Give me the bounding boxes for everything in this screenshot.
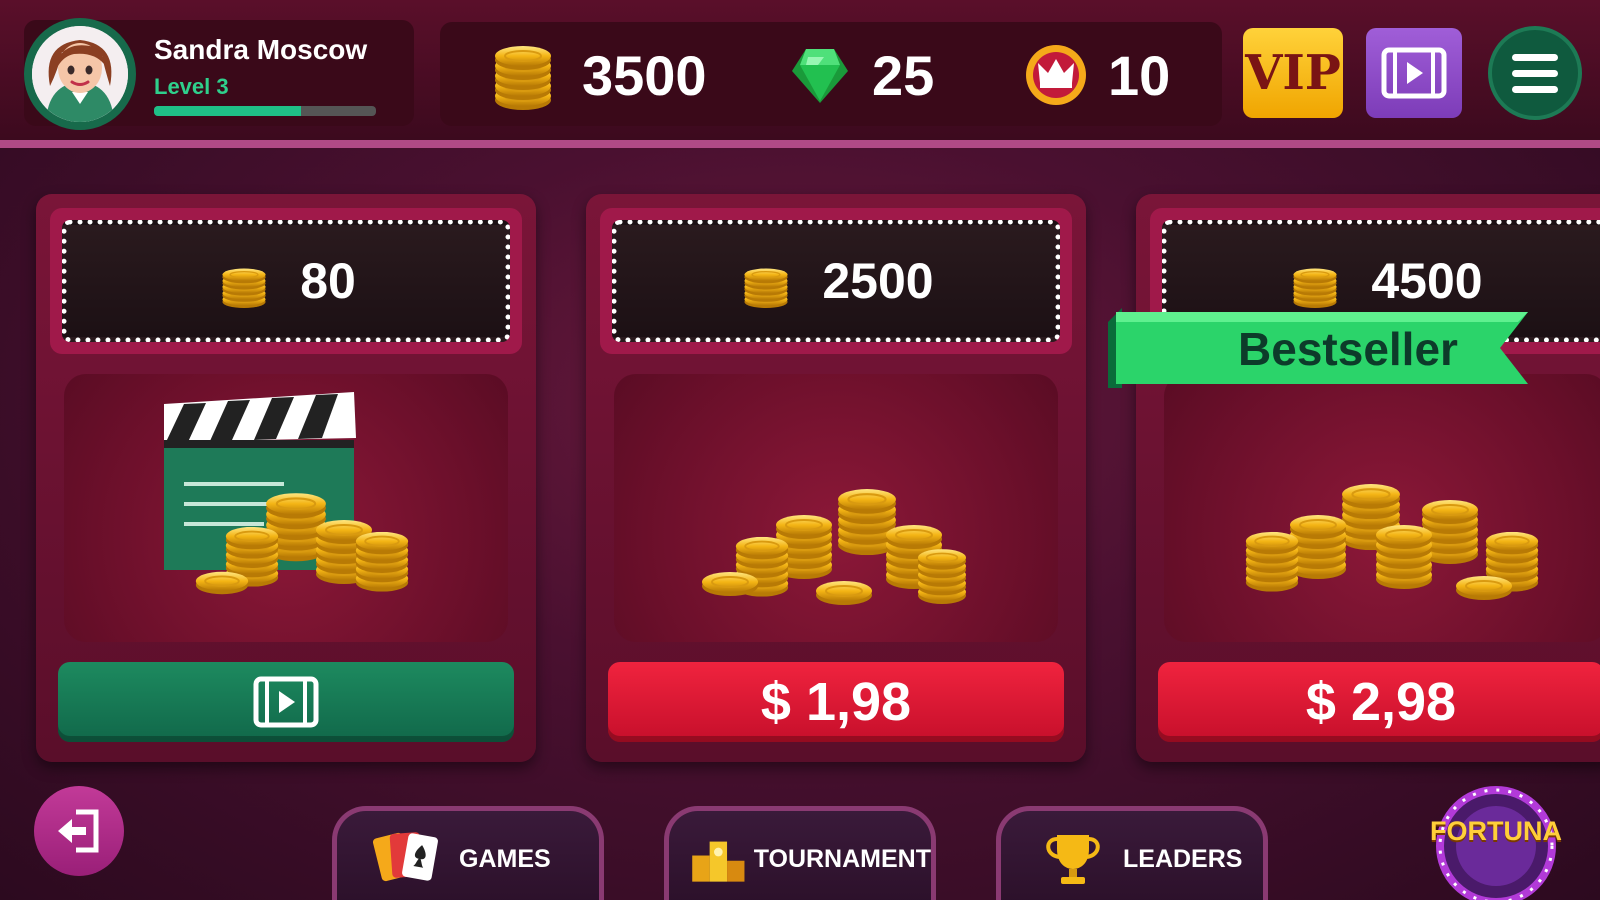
- currency-panel: 3500 25 10: [440, 22, 1222, 126]
- exit-button[interactable]: [34, 786, 124, 876]
- xp-progress-bar: [154, 106, 376, 116]
- player-level: Level 3: [154, 74, 229, 99]
- offer-amount: 2500: [822, 253, 934, 309]
- coin-amount: 3500: [582, 43, 707, 107]
- crown-balance[interactable]: 10: [1024, 40, 1170, 110]
- watch-video-offer-button[interactable]: [58, 662, 514, 742]
- video-icon: [1381, 47, 1447, 99]
- bestseller-ribbon: Bestseller: [1108, 308, 1528, 390]
- player-profile[interactable]: Sandra Moscow Level 3: [24, 18, 414, 130]
- offer-card-4500: 4500 $ 2,98: [1136, 194, 1600, 762]
- top-bar: Sandra Moscow Level 3 3500 25 10 VIP: [0, 0, 1600, 148]
- coin-stack-icon: [1287, 254, 1343, 308]
- menu-icon: [1512, 53, 1558, 61]
- exit-icon: [58, 809, 99, 853]
- offer-amount: 80: [300, 253, 356, 309]
- vip-button[interactable]: VIP: [1243, 28, 1343, 118]
- menu-button[interactable]: [1488, 26, 1582, 120]
- offer-marquee: 2500: [600, 208, 1072, 354]
- tab-games[interactable]: GAMES: [332, 806, 604, 900]
- buy-button[interactable]: $ 2,98: [1158, 662, 1600, 742]
- offer-amount: 4500: [1371, 253, 1483, 309]
- offer-marquee: 80: [50, 208, 522, 354]
- offer-artwork: [614, 374, 1058, 642]
- gem-balance[interactable]: 25: [788, 40, 934, 110]
- tab-leaders-label: LEADERS: [1123, 845, 1243, 873]
- fortuna-label: FORTUNA: [1430, 816, 1562, 846]
- crown-amount: 10: [1108, 43, 1171, 107]
- tab-tournament[interactable]: TOURNAMENT: [664, 806, 936, 900]
- coin-pile-icon: [1164, 374, 1600, 602]
- bestseller-label: Bestseller: [1238, 323, 1458, 375]
- player-name: Sandra Moscow: [154, 34, 368, 65]
- tab-tournament-label: TOURNAMENT: [753, 845, 931, 873]
- coin-stack-icon: [216, 254, 272, 308]
- video-icon: [253, 676, 319, 728]
- coin-balance[interactable]: 3500: [484, 40, 707, 110]
- podium-icon: [692, 841, 745, 882]
- vip-icon: VIP: [1245, 45, 1341, 101]
- coin-stack-icon: [738, 254, 794, 308]
- xp-progress-fill: [154, 106, 301, 116]
- trophy-icon: [1046, 835, 1100, 884]
- tab-games-label: GAMES: [459, 845, 551, 873]
- gem-icon: [792, 49, 848, 103]
- offer-artwork: [64, 374, 508, 642]
- tab-leaders[interactable]: LEADERS: [996, 806, 1268, 900]
- gem-amount: 25: [872, 43, 935, 107]
- coin-stack-icon: [484, 40, 562, 110]
- clapperboard-coins-icon: [164, 392, 508, 596]
- fortuna-wheel-button[interactable]: FORTUNA: [1426, 776, 1566, 900]
- crown-icon: [1026, 45, 1086, 105]
- buy-button[interactable]: $ 1,98: [608, 662, 1064, 742]
- offer-card-2500: 2500 $ 1,98: [586, 194, 1086, 762]
- offer-card-video: 80: [36, 194, 536, 762]
- offer-artwork: [1164, 374, 1600, 642]
- coin-pile-icon: [700, 374, 1058, 606]
- cards-icon: [373, 832, 438, 882]
- watch-video-button[interactable]: [1366, 28, 1462, 118]
- avatar[interactable]: [24, 18, 136, 130]
